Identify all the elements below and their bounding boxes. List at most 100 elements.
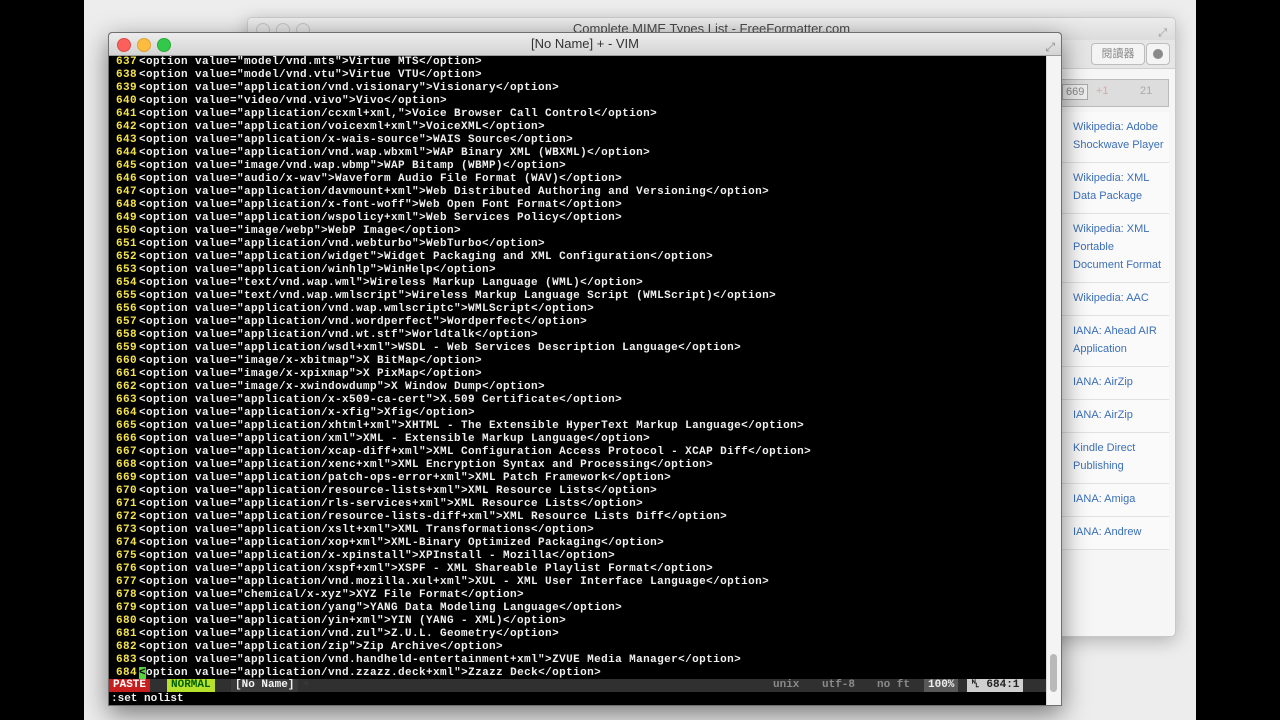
sidebar-link[interactable]: IANA: AirZip: [1057, 400, 1169, 433]
line-number: 664: [115, 407, 137, 419]
buffer-line[interactable]: 667 <option value="application/xcap-diff+…: [109, 446, 1046, 459]
command-line[interactable]: :set nolist: [111, 693, 184, 705]
buffer-line[interactable]: 675 <option value="application/x-xpinstal…: [109, 550, 1046, 563]
google-plus-button[interactable]: +1: [1096, 85, 1109, 97]
buffer-line[interactable]: 672 <option value="application/resource-l…: [109, 511, 1046, 524]
buffer-line[interactable]: 650 <option value="image/webp">WebP Image…: [109, 225, 1046, 238]
buffer-line[interactable]: 639 <option value="application/vnd.vision…: [109, 82, 1046, 95]
line-number: 652: [115, 251, 137, 263]
sidebar-link[interactable]: IANA: Amiga: [1057, 484, 1169, 517]
sidebar-link[interactable]: IANA: Ahead AIR Application: [1057, 316, 1169, 367]
line-text: <option value="application/rls-services+…: [139, 498, 644, 510]
buffer-line[interactable]: 669 <option value="application/patch-ops-…: [109, 472, 1046, 485]
buffer-line[interactable]: 655 <option value="text/vnd.wap.wmlscript…: [109, 290, 1046, 303]
sidebar-link[interactable]: Wikipedia: AAC: [1057, 283, 1169, 316]
vertical-scrollbar[interactable]: [1046, 56, 1061, 705]
line-text: <option value="application/resource-list…: [139, 485, 658, 497]
buffer-line[interactable]: 681 <option value="application/vnd.zul">Z…: [109, 628, 1046, 641]
line-text: <option value="application/vnd.wordperfe…: [139, 316, 588, 328]
download-icon: [1153, 49, 1163, 59]
sidebar-link[interactable]: Wikipedia: Adobe Shockwave Player: [1057, 112, 1169, 163]
sidebar-link[interactable]: IANA: AirZip: [1057, 367, 1169, 400]
sidebar-link[interactable]: Wikipedia: XML Portable Document Format: [1057, 214, 1169, 283]
buffer-line[interactable]: 646 <option value="audio/x-wav">Waveform …: [109, 173, 1046, 186]
buffer-line[interactable]: 682 <option value="application/zip">Zip A…: [109, 641, 1046, 654]
buffer-line[interactable]: 671 <option value="application/rls-servic…: [109, 498, 1046, 511]
line-text: <option value="application/xenc+xml">XML…: [139, 459, 714, 471]
buffer-line[interactable]: 677 <option value="application/vnd.mozill…: [109, 576, 1046, 589]
line-text: <option value="application/vnd.wt.stf">W…: [139, 329, 539, 341]
reader-button[interactable]: 閱讀器: [1091, 43, 1145, 65]
buffer-line[interactable]: 659 <option value="application/wsdl+xml">…: [109, 342, 1046, 355]
line-number: 680: [115, 615, 137, 627]
line-number: 670: [115, 485, 137, 497]
editor-buffer[interactable]: 637 <option value="model/vnd.mts">Virtue …: [109, 56, 1046, 680]
line-text: <option value="application/xslt+xml">XML…: [139, 524, 595, 536]
line-text: <option value="image/vnd.wap.wbmp">WAP B…: [139, 160, 567, 172]
filetype: no ft: [877, 679, 911, 691]
buffer-line[interactable]: 644 <option value="application/vnd.wap.wb…: [109, 147, 1046, 160]
buffer-line[interactable]: 640 <option value="video/vnd.vivo">Vivo</…: [109, 95, 1046, 108]
line-text: <option value="application/ccxml+xml,">V…: [139, 108, 658, 120]
line-number: 676: [115, 563, 137, 575]
buffer-line[interactable]: 649 <option value="application/wspolicy+x…: [109, 212, 1046, 225]
buffer-line[interactable]: 676 <option value="application/xspf+xml">…: [109, 563, 1046, 576]
buffer-line[interactable]: 666 <option value="application/xml">XML -…: [109, 433, 1046, 446]
line-text: <option value="image/webp">WebP Image</o…: [139, 225, 462, 237]
buffer-line[interactable]: 662 <option value="image/x-xwindowdump">X…: [109, 381, 1046, 394]
minimize-window-icon[interactable]: [137, 38, 151, 52]
buffer-line[interactable]: 660 <option value="image/x-xbitmap">X Bit…: [109, 355, 1046, 368]
line-number: 639: [115, 82, 137, 94]
vim-window[interactable]: [No Name] + - VIM ⤢ 637 <option value="mo…: [108, 32, 1062, 706]
line-text: <option value="image/x-xwindowdump">X Wi…: [139, 381, 546, 393]
buffer-line[interactable]: 638 <option value="model/vnd.vtu">Virtue …: [109, 69, 1046, 82]
buffer-line[interactable]: 678 <option value="chemical/x-xyz">XYZ Fi…: [109, 589, 1046, 602]
close-window-icon[interactable]: [117, 38, 131, 52]
share-count: 669: [1062, 84, 1089, 100]
buffer-line[interactable]: 657 <option value="application/vnd.wordpe…: [109, 316, 1046, 329]
buffer-line[interactable]: 642 <option value="application/voicexml+x…: [109, 121, 1046, 134]
sidebar-link[interactable]: Wikipedia: XML Data Package: [1057, 163, 1169, 214]
buffer-line[interactable]: 668 <option value="application/xenc+xml">…: [109, 459, 1046, 472]
buffer-line[interactable]: 654 <option value="text/vnd.wap.wml">Wire…: [109, 277, 1046, 290]
buffer-line[interactable]: 651 <option value="application/vnd.webtur…: [109, 238, 1046, 251]
buffer-line[interactable]: 683 <option value="application/vnd.handhe…: [109, 654, 1046, 667]
buffer-line[interactable]: 673 <option value="application/xslt+xml">…: [109, 524, 1046, 537]
buffer-line[interactable]: 670 <option value="application/resource-l…: [109, 485, 1046, 498]
sidebar-link[interactable]: IANA: Andrew: [1057, 517, 1169, 550]
line-number: 673: [115, 524, 137, 536]
buffer-line[interactable]: 680 <option value="application/yin+xml">Y…: [109, 615, 1046, 628]
buffer-line[interactable]: 661 <option value="image/x-xpixmap">X Pix…: [109, 368, 1046, 381]
fullscreen-icon[interactable]: ⤢: [1045, 36, 1055, 58]
line-number: 649: [115, 212, 137, 224]
line-text: <option value="application/vnd.visionary…: [139, 82, 560, 94]
buffer-line[interactable]: 664 <option value="application/x-xfig">Xf…: [109, 407, 1046, 420]
vim-titlebar: [No Name] + - VIM ⤢: [109, 33, 1061, 56]
buffer-line[interactable]: 648 <option value="application/x-font-wof…: [109, 199, 1046, 212]
buffer-line[interactable]: 647 <option value="application/davmount+x…: [109, 186, 1046, 199]
buffer-line[interactable]: 665 <option value="application/xhtml+xml"…: [109, 420, 1046, 433]
line-text: <option value="application/xcap-diff+xml…: [139, 446, 812, 458]
buffer-line[interactable]: 641 <option value="application/ccxml+xml,…: [109, 108, 1046, 121]
line-number: 637: [115, 56, 137, 68]
line-number: 667: [115, 446, 137, 458]
buffer-line[interactable]: 674 <option value="application/xop+xml">X…: [109, 537, 1046, 550]
buffer-line[interactable]: 658 <option value="application/vnd.wt.stf…: [109, 329, 1046, 342]
buffer-line[interactable]: 643 <option value="application/x-wais-sou…: [109, 134, 1046, 147]
buffer-line[interactable]: 653 <option value="application/winhlp">Wi…: [109, 264, 1046, 277]
sidebar-links: Wikipedia: Adobe Shockwave Player Wikiped…: [1057, 112, 1169, 550]
buffer-line[interactable]: 645 <option value="image/vnd.wap.wbmp">WA…: [109, 160, 1046, 173]
buffer-line[interactable]: 652 <option value="application/widget">Wi…: [109, 251, 1046, 264]
buffer-line[interactable]: 679 <option value="application/yang">YANG…: [109, 602, 1046, 615]
buffer-line[interactable]: 663 <option value="application/x-x509-ca-…: [109, 394, 1046, 407]
sidebar-link[interactable]: Kindle Direct Publishing: [1057, 433, 1169, 484]
buffer-line[interactable]: 656 <option value="application/vnd.wap.wm…: [109, 303, 1046, 316]
line-number: 677: [115, 576, 137, 588]
buffer-line[interactable]: 637 <option value="model/vnd.mts">Virtue …: [109, 56, 1046, 69]
line-number: 662: [115, 381, 137, 393]
downloads-button[interactable]: [1146, 43, 1170, 65]
modified-marker: +: [301, 679, 312, 692]
scrollbar-thumb[interactable]: [1050, 654, 1057, 692]
line-text: <option value="application/x-wais-source…: [139, 134, 574, 146]
zoom-window-icon[interactable]: [157, 38, 171, 52]
